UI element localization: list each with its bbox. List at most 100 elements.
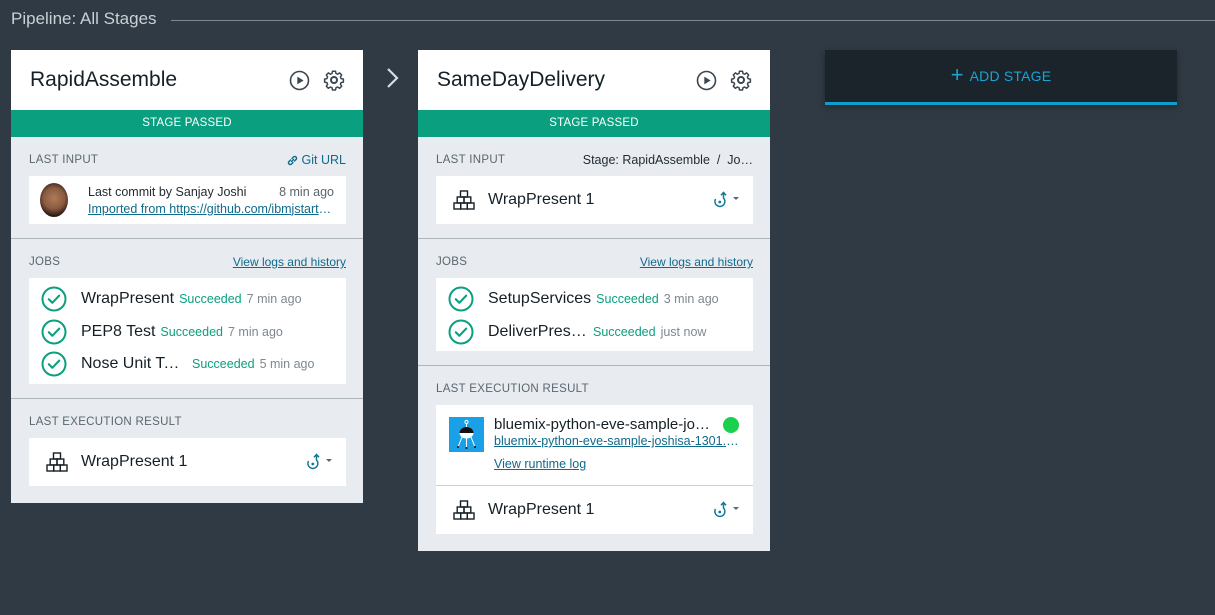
caret-down-icon — [326, 458, 332, 462]
job-status: Succeeded — [596, 292, 659, 307]
view-logs-link[interactable]: View logs and history — [640, 255, 753, 269]
deploy-dropdown[interactable] — [305, 452, 332, 471]
job-time: just now — [660, 324, 707, 339]
stage-name: SameDayDelivery — [437, 68, 606, 91]
job-row[interactable]: WrapPresent Succeeded 7 min ago — [41, 283, 346, 316]
job-status: Succeeded — [593, 324, 656, 339]
view-logs-link[interactable]: View logs and history — [233, 255, 346, 269]
input-build-card: WrapPresent 1 — [436, 176, 753, 224]
check-circle-icon — [41, 351, 67, 377]
git-url-label: Git URL — [301, 153, 346, 167]
git-url-link[interactable]: Git URL — [286, 153, 346, 167]
build-name: WrapPresent 1 — [488, 501, 595, 518]
run-stage-button[interactable] — [695, 69, 717, 91]
caret-down-icon — [733, 197, 739, 200]
job-time: 7 min ago — [227, 324, 283, 339]
stage-ref-job: Jo… — [727, 153, 753, 167]
job-time: 3 min ago — [663, 292, 719, 307]
job-status: Succeeded — [179, 292, 242, 307]
section-label: LAST INPUT — [29, 154, 99, 166]
stage-card-rapidassemble: RapidAssemble STAGE PASSED LAST INPUT Gi… — [11, 50, 363, 503]
gear-icon — [730, 70, 752, 91]
check-circle-icon — [448, 286, 474, 312]
commit-author-line: Last commit by Sanjay Joshi — [88, 185, 246, 199]
check-circle-icon — [41, 286, 67, 312]
add-stage-label: ADD STAGE — [969, 68, 1052, 84]
build-card: WrapPresent 1 — [436, 486, 753, 534]
job-name: DeliverPresent — [488, 322, 588, 340]
header-divider — [170, 19, 1215, 21]
stage-card-samedaydelivery: SameDayDelivery STAGE PASSED LAST INPUT … — [418, 50, 770, 551]
jobs-section: JOBS View logs and history SetupServices… — [418, 239, 770, 366]
stage-settings-button[interactable] — [323, 69, 345, 91]
job-name: WrapPresent — [81, 290, 175, 308]
build-name: WrapPresent 1 — [81, 452, 188, 470]
job-name: Nose Unit Tests — [81, 355, 187, 373]
job-name: PEP8 Test — [81, 322, 156, 340]
caret-down-icon — [733, 507, 739, 510]
build-blocks-icon — [46, 451, 68, 472]
gear-icon — [323, 70, 345, 91]
job-time: 5 min ago — [259, 357, 315, 372]
page-title: Pipeline: All Stages — [11, 9, 157, 28]
job-row[interactable]: SetupServices Succeeded 3 min ago — [448, 283, 753, 316]
job-time: 7 min ago — [246, 292, 302, 307]
section-label: LAST INPUT — [436, 154, 506, 166]
stage-settings-button[interactable] — [730, 69, 752, 91]
link-icon — [287, 155, 297, 165]
stage-ref-separator: / — [716, 153, 721, 167]
stage-name: RapidAssemble — [30, 68, 178, 91]
input-stage-reference: Stage: RapidAssemble / Jo… — [583, 153, 753, 167]
build-blocks-icon — [453, 500, 475, 520]
build-name: WrapPresent 1 — [488, 191, 595, 208]
commit-message-link[interactable]: Imported from https://github.com/ibmjsta… — [88, 202, 334, 216]
page-header: Pipeline: All Stages — [11, 6, 1215, 32]
check-circle-icon — [448, 319, 474, 345]
redeploy-icon — [714, 191, 727, 208]
add-stage-button[interactable]: + ADD STAGE — [825, 50, 1177, 105]
plus-icon: + — [950, 62, 964, 87]
job-row[interactable]: PEP8 Test Succeeded 7 min ago — [41, 316, 346, 349]
run-stage-button[interactable] — [288, 69, 310, 91]
redeploy-icon — [307, 452, 320, 469]
app-url-link[interactable]: bluemix-python-eve-sample-joshisa-1301.m… — [494, 434, 739, 448]
play-icon — [289, 70, 309, 90]
job-row[interactable]: DeliverPresent Succeeded just now — [448, 316, 753, 349]
build-blocks-icon — [453, 190, 475, 210]
app-card: bluemix-python-eve-sample-joshisa bluemi… — [436, 405, 753, 486]
stage-status-badge: STAGE PASSED — [11, 110, 363, 137]
chevron-right-icon — [387, 68, 399, 88]
stage-header: SameDayDelivery — [418, 50, 770, 110]
deploy-dropdown[interactable] — [712, 191, 739, 209]
jobs-list: SetupServices Succeeded 3 min ago Delive… — [436, 278, 753, 351]
last-execution-section: LAST EXECUTION RESULT WrapPresent 1 — [11, 399, 363, 503]
section-label: JOBS — [29, 256, 61, 268]
app-running-status-dot — [723, 416, 739, 433]
execution-result-card: bluemix-python-eve-sample-joshisa bluemi… — [436, 405, 753, 534]
section-label: LAST EXECUTION RESULT — [436, 383, 589, 395]
stage-header: RapidAssemble — [11, 50, 363, 110]
job-name: SetupServices — [488, 290, 592, 308]
job-row[interactable]: Nose Unit Tests Succeeded 5 min ago — [41, 348, 346, 381]
section-label: JOBS — [436, 256, 468, 268]
view-runtime-log-link[interactable]: View runtime log — [494, 457, 586, 471]
job-status: Succeeded — [192, 357, 255, 372]
job-status: Succeeded — [160, 324, 223, 339]
commit-prefix: Last commit by — [88, 184, 176, 199]
check-circle-icon — [41, 319, 67, 345]
commit-card: Last commit by Sanjay Joshi 8 min ago Im… — [29, 176, 346, 224]
last-input-section: LAST INPUT Stage: RapidAssemble / Jo… Wr… — [418, 137, 770, 239]
commit-time: 8 min ago — [279, 184, 334, 199]
last-execution-section: LAST EXECUTION RESULT bluemix-python-eve… — [418, 366, 770, 551]
play-icon — [696, 70, 716, 90]
jobs-section: JOBS View logs and history WrapPresent S… — [11, 239, 363, 399]
app-runtime-icon — [449, 417, 484, 452]
last-input-section: LAST INPUT Git URL Last commit by Sanjay… — [11, 137, 363, 239]
stage-status-badge: STAGE PASSED — [418, 110, 770, 137]
commit-author: Sanjay Joshi — [175, 184, 247, 199]
build-card: WrapPresent 1 — [29, 437, 346, 486]
stage-ref-name: RapidAssemble — [622, 153, 710, 167]
deploy-dropdown[interactable] — [712, 501, 739, 519]
section-label: LAST EXECUTION RESULT — [29, 415, 182, 428]
stage-ref-prefix: Stage: — [582, 153, 623, 167]
